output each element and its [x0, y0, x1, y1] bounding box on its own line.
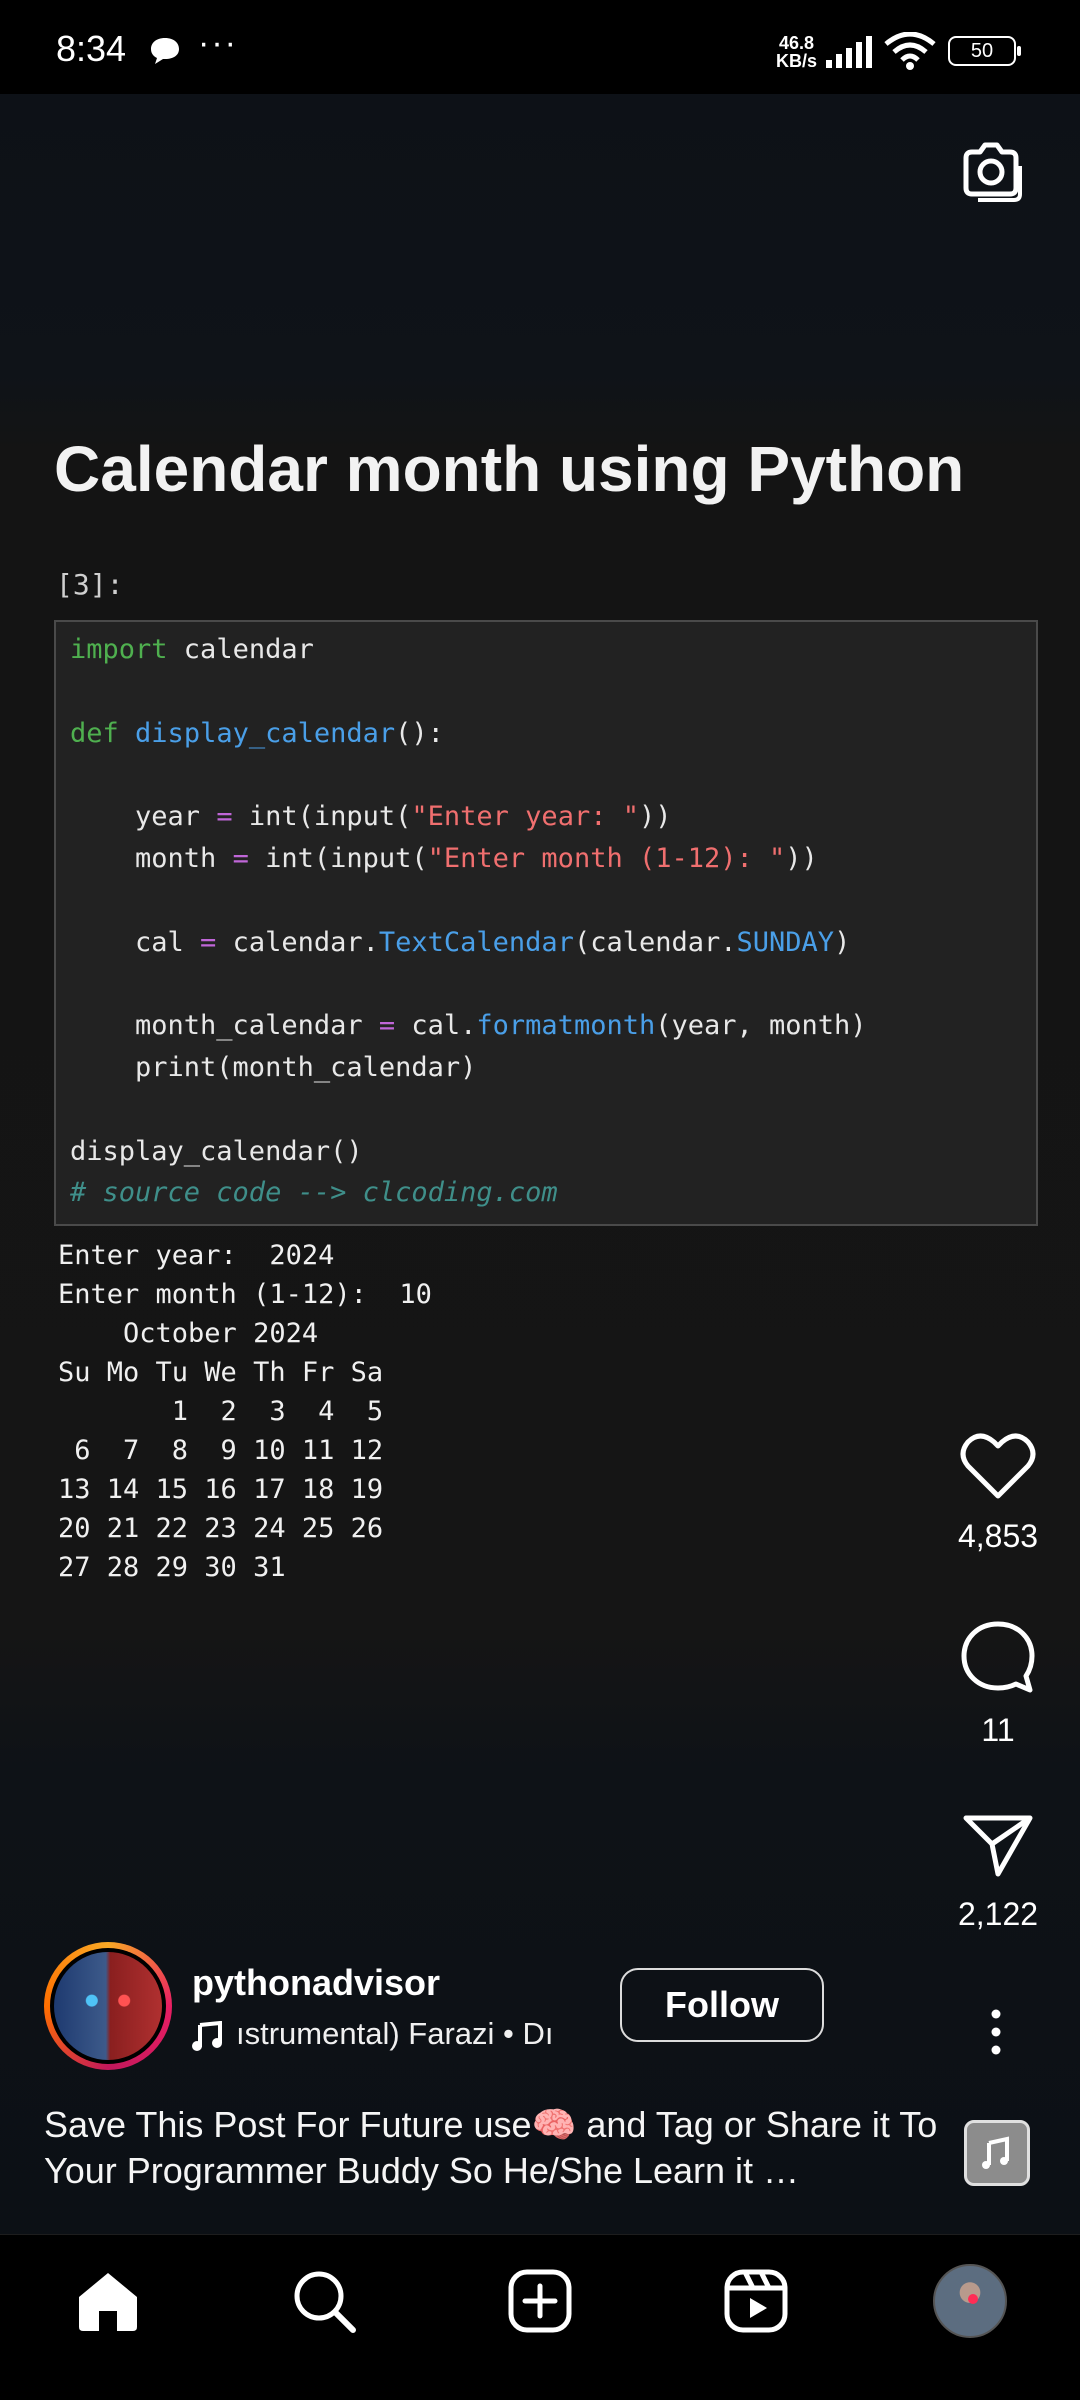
output-line: 27 28 29 30 31	[58, 1552, 286, 1583]
code-block: import calendar def display_calendar(): y…	[54, 620, 1038, 1226]
audio-track-label: ıstrumental) Farazi • Dı	[236, 2016, 554, 2051]
send-icon[interactable]	[962, 1812, 1034, 1878]
status-bar: 8:34 ··· 46.8 KB/s 50	[0, 0, 1080, 94]
notebook-cell-label: [3]:	[56, 568, 124, 601]
post-title: Calendar month using Python	[54, 433, 965, 505]
code-line: display_calendar()	[70, 1135, 363, 1167]
code-line: print(month_calendar)	[70, 1052, 477, 1083]
status-more-dots: ···	[198, 24, 238, 62]
reels-icon[interactable]	[723, 2268, 789, 2334]
post-caption[interactable]: Save This Post For Future use🧠 and Tag o…	[44, 2102, 944, 2194]
audio-track[interactable]: ıstrumental) Farazi • Dı	[192, 2016, 596, 2056]
chat-bubble-icon	[151, 38, 179, 64]
output-line: October 2024	[58, 1318, 319, 1349]
author-username[interactable]: pythonadvisor	[192, 1962, 440, 2004]
more-options-icon[interactable]	[984, 2008, 1008, 2056]
like-action[interactable]: 4,853	[938, 1432, 1058, 1555]
output-line: Enter year: 2024	[58, 1240, 335, 1271]
network-speed: 46.8 KB/s	[776, 33, 818, 71]
output-line: Su Mo Tu We Th Fr Sa	[58, 1357, 384, 1388]
program-output: Enter year: 2024 Enter month (1-12): 10 O…	[58, 1236, 432, 1587]
status-time: 8:34	[56, 28, 127, 69]
audio-thumbnail[interactable]	[964, 2120, 1030, 2186]
create-post-icon[interactable]	[507, 2268, 573, 2334]
nav-home[interactable]	[68, 2261, 148, 2341]
comment-icon[interactable]	[960, 1620, 1036, 1694]
music-note-icon	[982, 2136, 1009, 2169]
comment-action[interactable]: 11	[938, 1620, 1058, 1749]
code-line: def display_calendar():	[70, 717, 444, 749]
home-icon[interactable]	[75, 2269, 141, 2333]
code-line: month = int(input("Enter month (1-12): "…	[70, 843, 818, 874]
output-line: 20 21 22 23 24 25 26	[58, 1513, 384, 1544]
code-line: import calendar	[70, 634, 314, 665]
nav-reels[interactable]	[716, 2261, 796, 2341]
search-icon[interactable]	[291, 2268, 357, 2334]
author-avatar[interactable]	[44, 1942, 172, 2070]
output-line: 1 2 3 4 5	[58, 1396, 384, 1427]
share-action[interactable]: 2,122	[938, 1812, 1058, 1933]
bottom-navigation	[0, 2234, 1080, 2400]
code-line: cal = calendar.TextCalendar(calendar.SUN…	[70, 926, 851, 958]
nav-create[interactable]	[500, 2261, 580, 2341]
heart-icon[interactable]	[960, 1432, 1036, 1500]
follow-button[interactable]: Follow	[620, 1968, 824, 2042]
wifi-icon	[884, 32, 936, 70]
nav-search[interactable]	[284, 2261, 364, 2341]
notification-dot	[968, 2294, 978, 2304]
like-count: 4,853	[957, 1518, 1039, 1554]
comment-count: 11	[981, 1712, 1015, 1748]
code-line: month_calendar = cal.formatmonth(year, m…	[70, 1010, 867, 1042]
battery-indicator: 50	[948, 36, 1021, 66]
output-line: 6 7 8 9 10 11 12	[58, 1435, 384, 1466]
music-note-icon	[192, 2020, 222, 2051]
share-count: 2,122	[957, 1896, 1039, 1932]
output-line: 13 14 15 16 17 18 19	[58, 1474, 384, 1505]
signal-icon	[826, 36, 872, 68]
code-line: # source code --> clcoding.com	[70, 1177, 558, 1209]
output-line: Enter month (1-12): 10	[58, 1279, 432, 1310]
code-line: year = int(input("Enter year: "))	[70, 801, 672, 833]
camera-icon[interactable]	[958, 140, 1024, 202]
